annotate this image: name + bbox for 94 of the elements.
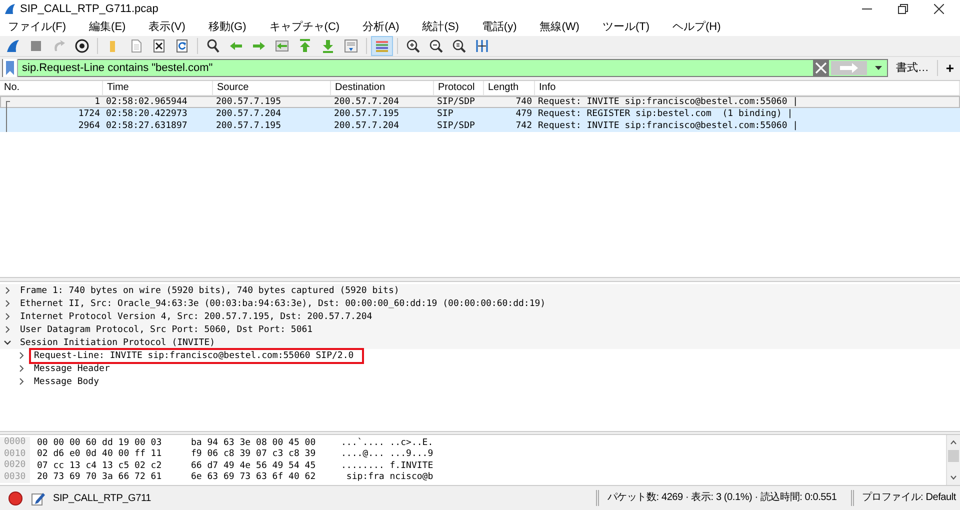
table-cell-text: 1724	[77, 108, 101, 119]
menu-item[interactable]: 表示(V)	[146, 19, 194, 34]
close-file-icon	[151, 38, 167, 54]
scrollbar-drawing[interactable]	[946, 435, 960, 486]
byte-offset: 0000	[0, 437, 30, 449]
menu-item[interactable]: 無線(W)	[538, 19, 588, 34]
column-header[interactable]: Source	[213, 80, 331, 95]
tree-item[interactable]: Request-Line: INVITE sip:francisco@bestel.com:55060 SIP/2.0	[31, 350, 362, 362]
table-cell-text: 200.57.7.195	[215, 96, 282, 107]
hex-bytes: 66 d7 49 4e 56 49 54 45	[191, 460, 317, 471]
autoscroll-icon	[343, 38, 359, 54]
edit-comment-icon[interactable]	[31, 490, 45, 506]
filter-toolbar[interactable]: sip.Request-Line contains "bestel.com"	[2, 58, 888, 77]
table-cell-text: Request: INVITE sip:francisco@bestel.com:55060 |	[537, 120, 800, 131]
byte-offset: 0010	[0, 448, 30, 460]
table-cell-text: 02:58:27.631897	[105, 120, 188, 131]
shark-fin-icon	[4, 2, 16, 15]
normal-size-icon	[451, 38, 467, 54]
go-to-packet-icon	[274, 38, 290, 54]
table-cell-text: Request: INVITE sip:francisco@bestel.com:55060 |	[537, 96, 800, 107]
close-icon[interactable]	[934, 4, 944, 14]
hex-bytes: 6e 63 69 73 63 6f 40 62	[191, 472, 317, 482]
hex-bytes: ba 94 63 3e 08 00 45 00	[191, 438, 317, 448]
table-cell-text: 200.57.7.195	[215, 120, 282, 131]
column-header[interactable]: Length	[484, 80, 535, 95]
hex-bytes: 20 73 69 70 3a 66 72 61	[37, 472, 163, 482]
hex-bytes: 02 d6 e0 0d 40 00 ff 11	[37, 449, 163, 460]
table-cell-text: 2964	[77, 120, 101, 131]
ascii-text: ........ f.INVITE	[341, 460, 434, 471]
table-cell-text: 200.57.7.204	[333, 120, 400, 131]
menu-item[interactable]: ファイル(F)	[6, 19, 76, 34]
menu-item[interactable]: キャプチャ(C)	[267, 19, 349, 34]
tree-item[interactable]: Message Header	[31, 362, 113, 375]
capture-file-name: SIP_CALL_RTP_G711	[53, 492, 152, 504]
table-cell-text: 740	[514, 96, 533, 107]
packet-statistics: パケット数: 4269 · 表示: 3 (0.1%) · 読込時間: 0:0.551	[596, 490, 851, 506]
table-cell-text: 479	[514, 108, 533, 119]
hex-bytes: f9 06 c8 39 07 c3 c8 39	[191, 449, 317, 460]
ascii-text: ...`.... ..c>..E.	[341, 438, 434, 448]
tree-item[interactable]: Session Initiation Protocol (INVITE)	[17, 336, 218, 349]
hex-bytes: 07 cc 13 c4 13 c5 02 c2	[37, 460, 163, 471]
table-cell-text: 02:58:20.422973	[105, 108, 188, 119]
reload-icon	[174, 38, 190, 54]
display-filter-field[interactable]: sip.Request-Line contains "bestel.com"	[18, 60, 813, 76]
table-cell-text: 200.57.7.204	[215, 108, 282, 119]
menu-item[interactable]: 統計(S)	[420, 19, 468, 34]
table-cell-text: 200.57.7.195	[333, 108, 400, 119]
table-cell-text: SIP	[436, 108, 454, 119]
column-header[interactable]: Protocol	[434, 80, 484, 95]
packet-row[interactable]: 2964 02:58:27.631897 200.57.7.195 200.57.7.204 SIP/SDP 742 Request: INVITE sip:francisco@bestel.com:55060 |	[0, 120, 960, 132]
table-cell-text: 02:58:02.965944	[105, 96, 188, 107]
bookmark-icon[interactable]	[6, 60, 14, 75]
table-cell-text: 200.57.7.204	[333, 96, 400, 107]
zoom-in-icon	[405, 38, 421, 54]
first-packet-icon	[297, 38, 313, 54]
search-icon	[205, 38, 221, 54]
right-arrow-icon	[838, 62, 859, 73]
close-icon	[814, 62, 827, 74]
table-cell-text: SIP/SDP	[436, 96, 476, 107]
ascii-text: ....@... ...9...9	[341, 449, 434, 460]
table-cell-text: SIP/SDP	[436, 120, 476, 131]
packet-row[interactable]: 1724 02:58:20.422973 200.57.7.204 200.57.7.195 SIP 479 Request: REGISTER sip:bestel.com (1 binding) |	[0, 108, 960, 120]
shark-fin-icon	[5, 38, 21, 54]
hex-bytes: 00 00 00 60 dd 19 00 03	[37, 438, 163, 448]
menu-item[interactable]: 編集(E)	[87, 19, 135, 34]
restore-icon[interactable]	[898, 4, 908, 14]
ascii-text: sip:fra ncisco@b	[345, 472, 434, 482]
clear-filter-button[interactable]	[812, 60, 829, 76]
column-header[interactable]: Destination	[331, 80, 434, 95]
menu-item[interactable]: 移動(G)	[206, 19, 256, 34]
format-button[interactable]: 書式…	[892, 60, 933, 76]
caret-icon	[875, 66, 882, 70]
menu-item[interactable]: ヘルプ(H)	[670, 19, 730, 34]
last-packet-icon	[320, 38, 336, 54]
table-cell-text: 742	[514, 120, 533, 131]
menu-item[interactable]: 電話(y)	[480, 19, 526, 34]
byte-offset: 0020	[0, 460, 30, 472]
table-cell-text: Request: REGISTER sip:bestel.com (1 binding) |	[537, 108, 794, 119]
menu-item[interactable]: 分析(A)	[360, 19, 408, 34]
column-header[interactable]: Time	[103, 80, 213, 95]
target-icon	[74, 38, 90, 54]
profile-label[interactable]: プロファイル: Default	[850, 490, 960, 506]
column-header[interactable]: Info	[535, 80, 960, 95]
packet-row[interactable]: 1 02:58:02.965944 200.57.7.195 200.57.7.204 SIP/SDP 740 Request: INVITE sip:francisco@bestel.com:55060 |	[0, 96, 960, 108]
menu-item[interactable]: ツール(T)	[600, 19, 658, 34]
zoom-out-icon	[428, 38, 444, 54]
table-cell-text: 1	[94, 96, 101, 107]
byte-offset: 0030	[0, 472, 30, 484]
add-filter-button[interactable]: +	[936, 60, 958, 76]
record-icon[interactable]	[8, 490, 23, 506]
window-title: SIP_CALL_RTP_G711.pcap	[20, 2, 160, 15]
column-header[interactable]: No.	[0, 80, 103, 95]
tree-item[interactable]: Message Body	[31, 376, 102, 388]
resize-columns-icon	[474, 38, 490, 54]
